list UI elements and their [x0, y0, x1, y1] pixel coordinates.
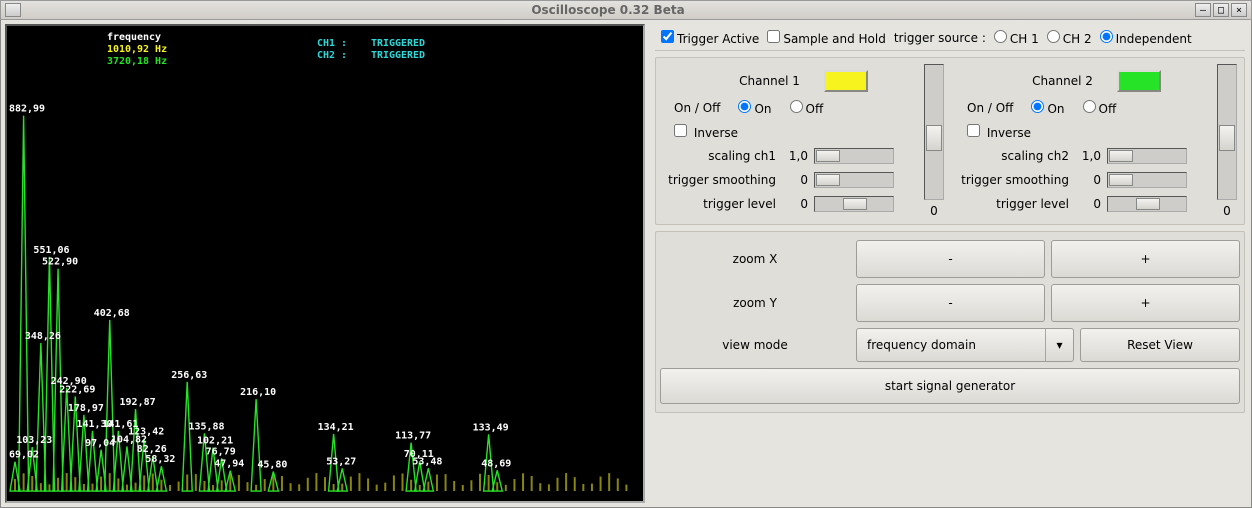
- window-maximize-button[interactable]: □: [1213, 3, 1229, 17]
- scaling-value: 1,0: [1075, 149, 1101, 163]
- channel-title: Channel 2: [1032, 74, 1093, 88]
- channel-panel-2: Channel 2 On / Off On Off Inverse scalin…: [953, 64, 1240, 218]
- trigger-level-value: 0: [1075, 197, 1101, 211]
- zoom-y-plus-button[interactable]: +: [1051, 284, 1240, 322]
- peak-value-label: 47,94: [214, 459, 244, 470]
- trigger-smoothing-label: trigger smoothing: [666, 173, 776, 187]
- channel-off-radio[interactable]: Off: [790, 100, 824, 116]
- zoom-x-label: zoom X: [660, 252, 850, 266]
- peak-value-label: 882,99: [9, 104, 45, 115]
- trigger-source-label: trigger source :: [894, 31, 986, 45]
- channel-color-swatch[interactable]: [824, 70, 868, 92]
- trigger-level-label: trigger level: [666, 197, 776, 211]
- window-titlebar: Oscilloscope 0.32 Beta – □ ×: [0, 0, 1252, 20]
- frequency-label: frequency: [107, 32, 161, 43]
- ch1-status-value: TRIGGERED: [371, 38, 425, 49]
- zoom-y-minus-button[interactable]: -: [856, 284, 1045, 322]
- controls-panel: Trigger Active Sample and Hold trigger s…: [649, 20, 1251, 507]
- chevron-down-icon: ▾: [1045, 329, 1073, 361]
- peak-value-label: 133,49: [473, 422, 509, 433]
- trigger-level-slider[interactable]: [814, 196, 894, 212]
- peak-value-label: 216,10: [240, 387, 276, 398]
- window-close-button[interactable]: ×: [1231, 3, 1247, 17]
- trigger-source-independent-radio[interactable]: Independent: [1100, 30, 1192, 46]
- channel-off-radio[interactable]: Off: [1083, 100, 1117, 116]
- sample-hold-checkbox[interactable]: Sample and Hold: [767, 30, 886, 46]
- view-mode-combo[interactable]: frequency domain ▾: [856, 328, 1074, 362]
- peak-value-label: 551,06: [33, 245, 69, 256]
- peak-value-label: 178,97: [68, 403, 104, 414]
- window-minimize-button[interactable]: –: [1195, 3, 1211, 17]
- inverse-checkbox[interactable]: Inverse: [666, 124, 941, 140]
- scaling-value: 1,0: [782, 149, 808, 163]
- peak-value-label: 522,90: [42, 257, 78, 268]
- scaling-label: scaling ch1: [666, 149, 776, 163]
- peak-value-label: 348,26: [25, 331, 61, 342]
- trigger-smoothing-slider[interactable]: [1107, 172, 1187, 188]
- channel-vertical-slider[interactable]: [1217, 64, 1237, 200]
- scaling-slider[interactable]: [814, 148, 894, 164]
- peak-value-label: 141,30: [77, 419, 113, 430]
- zoom-x-plus-button[interactable]: +: [1051, 240, 1240, 278]
- peak-value-label: 256,63: [171, 370, 207, 381]
- inverse-checkbox[interactable]: Inverse: [959, 124, 1234, 140]
- trigger-level-value: 0: [782, 197, 808, 211]
- start-signal-generator-button[interactable]: start signal generator: [660, 368, 1240, 404]
- trigger-smoothing-slider[interactable]: [814, 172, 894, 188]
- trigger-source-ch2-radio[interactable]: CH 2: [1047, 30, 1092, 46]
- channel-title: Channel 1: [739, 74, 800, 88]
- oscilloscope-display: frequency 1010,92 Hz 3720,18 Hz CH1 : TR…: [5, 24, 645, 503]
- spectrum-peak: [44, 257, 54, 491]
- frequency-ch2-value: 3720,18 Hz: [107, 56, 167, 67]
- window-title: Oscilloscope 0.32 Beta: [21, 3, 1195, 17]
- trigger-row: Trigger Active Sample and Hold trigger s…: [655, 26, 1245, 51]
- peak-value-label: 48,69: [481, 458, 511, 469]
- scaling-label: scaling ch2: [959, 149, 1069, 163]
- zoom-x-minus-button[interactable]: -: [856, 240, 1045, 278]
- peak-value-label: 192,87: [120, 397, 156, 408]
- peak-value-label: 113,77: [395, 431, 431, 442]
- peak-value-label: 69,02: [9, 450, 39, 461]
- vslider-readout: 0: [930, 204, 938, 218]
- spectrum-peak: [105, 320, 115, 491]
- peak-value-label: 76,79: [206, 446, 236, 457]
- channel-vertical-slider[interactable]: [924, 64, 944, 200]
- peak-value-label: 53,27: [326, 456, 356, 467]
- trigger-level-label: trigger level: [959, 197, 1069, 211]
- channel-on-radio[interactable]: On: [738, 100, 771, 116]
- peak-value-label: 222,69: [59, 384, 95, 395]
- peak-value-label: 45,80: [257, 460, 287, 471]
- view-mode-label: view mode: [660, 338, 850, 352]
- peak-value-label: 103,23: [16, 435, 52, 446]
- peak-value-label: 402,68: [94, 308, 130, 319]
- ch2-status-value: TRIGGERED: [371, 50, 425, 61]
- window-menu-button[interactable]: [5, 3, 21, 17]
- trigger-level-slider[interactable]: [1107, 196, 1187, 212]
- trigger-smoothing-label: trigger smoothing: [959, 173, 1069, 187]
- ch1-status-label: CH1 :: [317, 38, 347, 49]
- peak-value-label: 135,88: [188, 421, 224, 432]
- peak-value-label: 134,21: [318, 422, 354, 433]
- channel-color-swatch[interactable]: [1117, 70, 1161, 92]
- onoff-label: On / Off: [967, 101, 1013, 115]
- peak-value-label: 58,32: [145, 454, 175, 465]
- peak-value-label: 53,48: [412, 456, 442, 467]
- channel-on-radio[interactable]: On: [1031, 100, 1064, 116]
- zoom-y-label: zoom Y: [660, 296, 850, 310]
- reset-view-button[interactable]: Reset View: [1080, 328, 1240, 362]
- onoff-label: On / Off: [674, 101, 720, 115]
- frequency-ch1-value: 1010,92 Hz: [107, 44, 167, 55]
- view-mode-value: frequency domain: [867, 338, 976, 352]
- trigger-smoothing-value: 0: [1075, 173, 1101, 187]
- spectrum-peak: [251, 399, 261, 491]
- peak-value-label: 97,04: [85, 438, 115, 449]
- trigger-source-ch1-radio[interactable]: CH 1: [994, 30, 1039, 46]
- ch2-status-label: CH2 :: [317, 50, 347, 61]
- trigger-smoothing-value: 0: [782, 173, 808, 187]
- trigger-active-checkbox[interactable]: Trigger Active: [661, 30, 759, 46]
- peak-value-label: 102,21: [197, 436, 233, 447]
- channel-panel-1: Channel 1 On / Off On Off Inverse scalin…: [660, 64, 947, 218]
- scaling-slider[interactable]: [1107, 148, 1187, 164]
- vslider-readout: 0: [1223, 204, 1231, 218]
